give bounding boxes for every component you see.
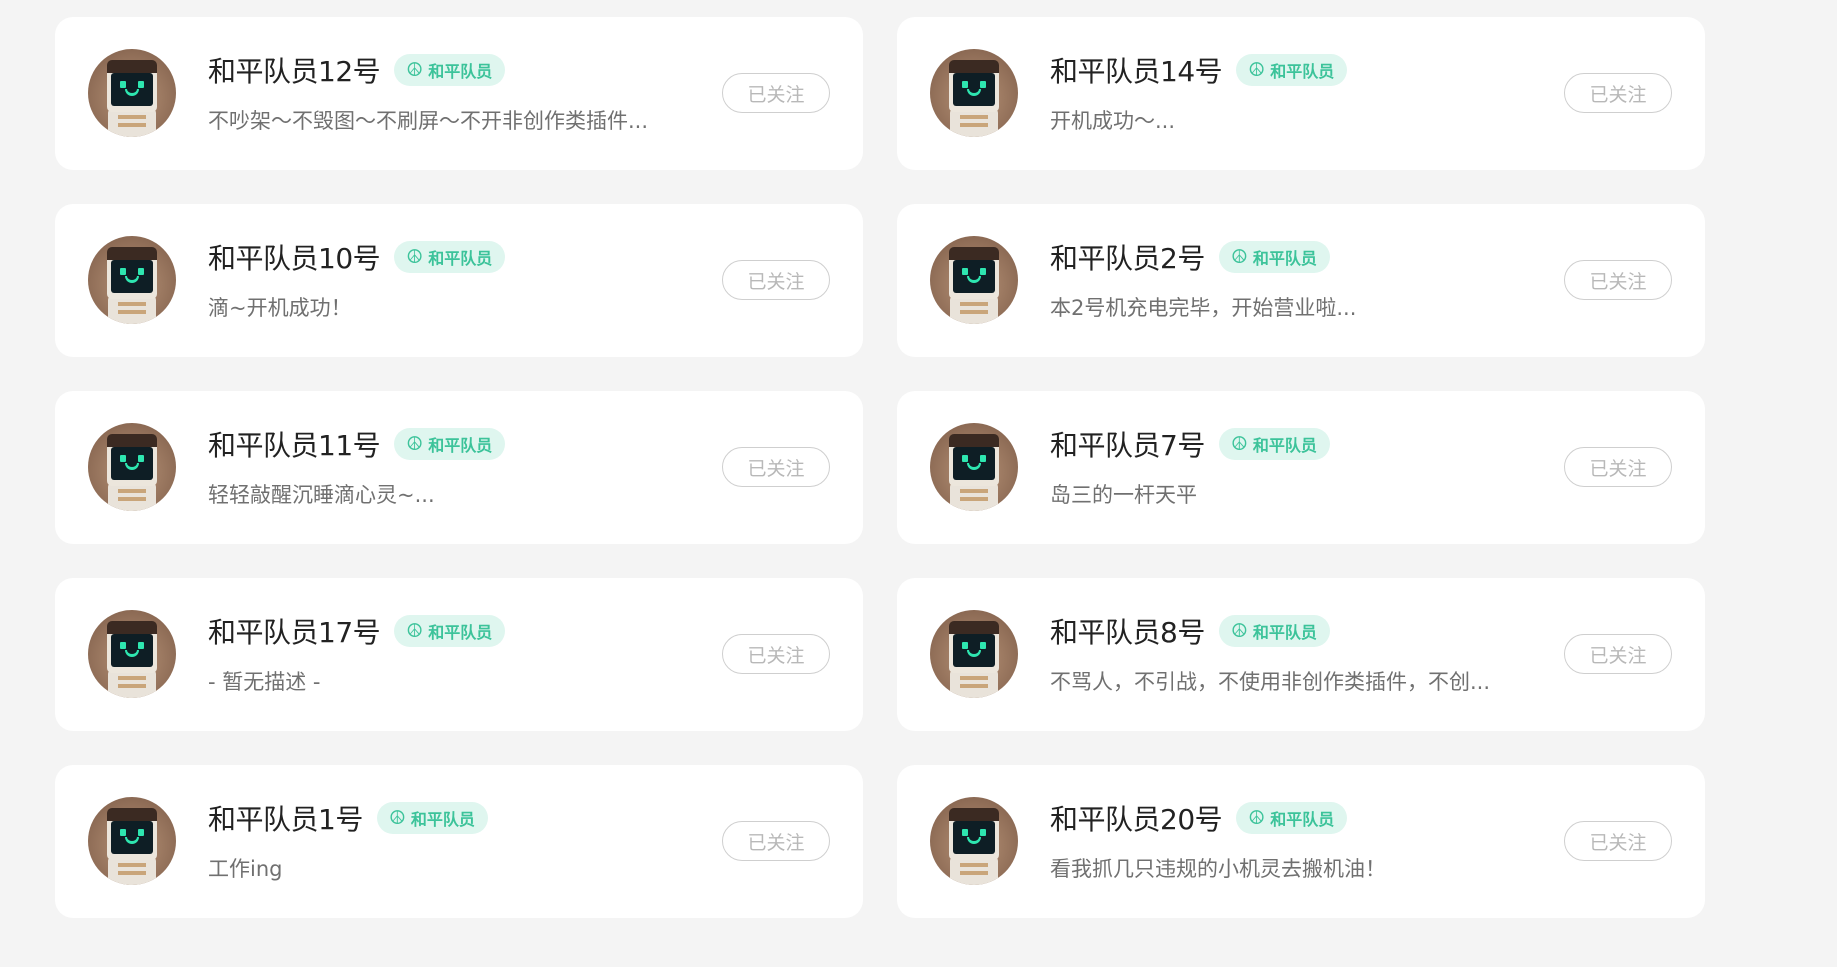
badge-label: 和平队员 — [428, 249, 493, 268]
name-row: 和平队员11号 ☮ 和平队员 — [208, 424, 506, 464]
member-name[interactable]: 和平队员11号 — [208, 424, 381, 464]
badge-label: 和平队员 — [428, 62, 493, 81]
badge-label: 和平队员 — [428, 436, 493, 455]
member-description: - 暂无描述 - — [208, 670, 321, 694]
peace-icon: ☮ — [1230, 619, 1248, 642]
member-description: 轻轻敲醒沉睡滴心灵~... — [208, 483, 435, 507]
member-name[interactable]: 和平队员7号 — [1050, 424, 1205, 464]
avatar[interactable] — [930, 423, 1018, 511]
member-card: 和平队员20号 ☮ 和平队员 看我抓几只违规的小机灵去搬机油！ 已关注 — [897, 765, 1705, 918]
member-name[interactable]: 和平队员12号 — [208, 50, 381, 90]
member-name[interactable]: 和平队员17号 — [208, 611, 381, 651]
member-card: 和平队员8号 ☮ 和平队员 不骂人，不引战，不使用非创作类插件，不创... 已关注 — [897, 578, 1705, 731]
peace-icon: ☮ — [406, 58, 424, 81]
member-name[interactable]: 和平队员1号 — [208, 798, 363, 838]
member-name[interactable]: 和平队员2号 — [1050, 237, 1205, 277]
member-card: 和平队员17号 ☮ 和平队员 - 暂无描述 - 已关注 — [55, 578, 863, 731]
badge-label: 和平队员 — [410, 810, 475, 829]
avatar[interactable] — [88, 236, 176, 324]
member-card: 和平队员14号 ☮ 和平队员 开机成功～... 已关注 — [897, 17, 1705, 170]
peace-icon: ☮ — [388, 806, 406, 829]
name-row: 和平队员12号 ☮ 和平队员 — [208, 50, 506, 90]
followed-button[interactable]: 已关注 — [1564, 821, 1672, 861]
badge-label: 和平队员 — [1252, 249, 1317, 268]
member-card: 和平队员1号 ☮ 和平队员 工作ing 已关注 — [55, 765, 863, 918]
badge-label: 和平队员 — [1270, 62, 1335, 81]
name-row: 和平队员14号 ☮ 和平队员 — [1050, 50, 1348, 90]
followed-button[interactable]: 已关注 — [722, 821, 830, 861]
avatar[interactable] — [88, 423, 176, 511]
member-card: 和平队员12号 ☮ 和平队员 不吵架～不毁图～不刷屏～不开非创作类插件... 已关… — [55, 17, 863, 170]
peace-icon: ☮ — [1230, 432, 1248, 455]
avatar[interactable] — [88, 797, 176, 885]
member-badge: ☮ 和平队员 — [1236, 802, 1348, 834]
peace-icon: ☮ — [1248, 58, 1266, 81]
name-row: 和平队员17号 ☮ 和平队员 — [208, 611, 506, 651]
member-description: 开机成功～... — [1050, 109, 1176, 133]
name-row: 和平队员7号 ☮ 和平队员 — [1050, 424, 1330, 464]
followed-button[interactable]: 已关注 — [722, 260, 830, 300]
name-row: 和平队员8号 ☮ 和平队员 — [1050, 611, 1330, 651]
followed-button[interactable]: 已关注 — [1564, 260, 1672, 300]
followed-button[interactable]: 已关注 — [1564, 73, 1672, 113]
followed-button[interactable]: 已关注 — [722, 634, 830, 674]
avatar[interactable] — [930, 49, 1018, 137]
followed-button[interactable]: 已关注 — [722, 73, 830, 113]
member-description: 本2号机充电完毕，开始营业啦... — [1050, 296, 1357, 320]
member-description: 不骂人，不引战，不使用非创作类插件，不创... — [1050, 670, 1491, 694]
peace-icon: ☮ — [1248, 806, 1266, 829]
member-description: 不吵架～不毁图～不刷屏～不开非创作类插件... — [208, 109, 649, 133]
member-name[interactable]: 和平队员8号 — [1050, 611, 1205, 651]
member-badge: ☮ 和平队员 — [376, 802, 488, 834]
member-badge: ☮ 和平队员 — [1218, 241, 1330, 273]
avatar[interactable] — [88, 610, 176, 698]
member-name[interactable]: 和平队员20号 — [1050, 798, 1223, 838]
member-badge: ☮ 和平队员 — [1218, 615, 1330, 647]
name-row: 和平队员10号 ☮ 和平队员 — [208, 237, 506, 277]
member-card: 和平队员11号 ☮ 和平队员 轻轻敲醒沉睡滴心灵~... 已关注 — [55, 391, 863, 544]
badge-label: 和平队员 — [1270, 810, 1335, 829]
name-row: 和平队员2号 ☮ 和平队员 — [1050, 237, 1330, 277]
followed-button[interactable]: 已关注 — [722, 447, 830, 487]
followed-button[interactable]: 已关注 — [1564, 447, 1672, 487]
member-description: 滴~开机成功！ — [208, 296, 352, 320]
member-card: 和平队员10号 ☮ 和平队员 滴~开机成功！ 已关注 — [55, 204, 863, 357]
name-row: 和平队员20号 ☮ 和平队员 — [1050, 798, 1348, 838]
followed-button[interactable]: 已关注 — [1564, 634, 1672, 674]
member-name[interactable]: 和平队员10号 — [208, 237, 381, 277]
member-badge: ☮ 和平队员 — [394, 241, 506, 273]
member-name[interactable]: 和平队员14号 — [1050, 50, 1223, 90]
avatar[interactable] — [930, 610, 1018, 698]
name-row: 和平队员1号 ☮ 和平队员 — [208, 798, 488, 838]
member-description: 看我抓几只违规的小机灵去搬机油！ — [1050, 857, 1386, 881]
member-description: 工作ing — [208, 857, 283, 881]
avatar[interactable] — [930, 236, 1018, 324]
member-badge: ☮ 和平队员 — [394, 54, 506, 86]
member-badge: ☮ 和平队员 — [394, 428, 506, 460]
badge-label: 和平队员 — [1252, 623, 1317, 642]
member-description: 岛三的一杆天平 — [1050, 483, 1197, 507]
member-badge: ☮ 和平队员 — [394, 615, 506, 647]
member-badge: ☮ 和平队员 — [1236, 54, 1348, 86]
member-card: 和平队员2号 ☮ 和平队员 本2号机充电完毕，开始营业啦... 已关注 — [897, 204, 1705, 357]
avatar[interactable] — [930, 797, 1018, 885]
avatar[interactable] — [88, 49, 176, 137]
member-grid: 和平队员12号 ☮ 和平队员 不吵架～不毁图～不刷屏～不开非创作类插件... 已关… — [55, 17, 1705, 918]
badge-label: 和平队员 — [1252, 436, 1317, 455]
peace-icon: ☮ — [1230, 245, 1248, 268]
peace-icon: ☮ — [406, 245, 424, 268]
member-badge: ☮ 和平队员 — [1218, 428, 1330, 460]
badge-label: 和平队员 — [428, 623, 493, 642]
member-card: 和平队员7号 ☮ 和平队员 岛三的一杆天平 已关注 — [897, 391, 1705, 544]
peace-icon: ☮ — [406, 619, 424, 642]
peace-icon: ☮ — [406, 432, 424, 455]
